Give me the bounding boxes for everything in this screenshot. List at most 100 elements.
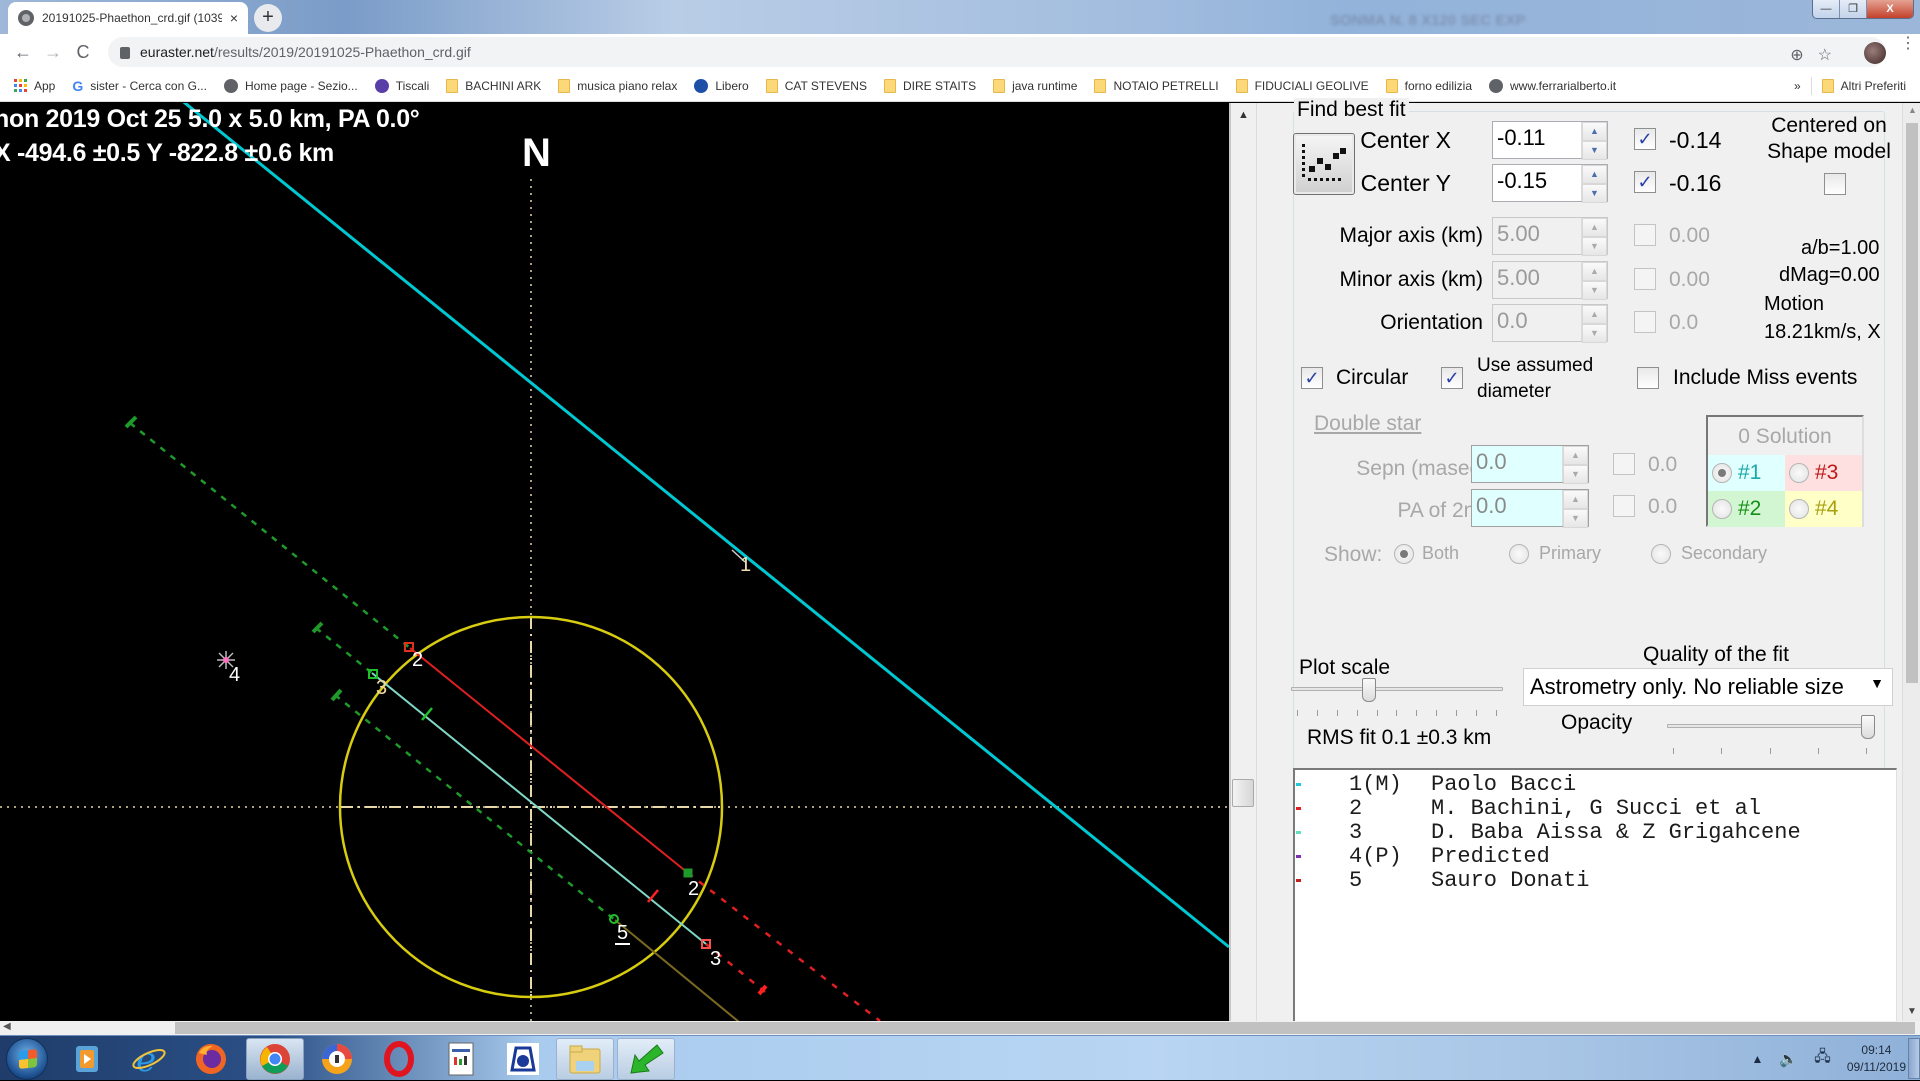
spin-down-button[interactable]: ▼ [1582, 141, 1607, 160]
profile-avatar[interactable] [1864, 42, 1886, 64]
bookmark-cat-stevens[interactable]: CAT STEVENS [765, 78, 867, 93]
taskbar-media-player[interactable] [58, 1038, 116, 1080]
spin-up-button[interactable]: ▲ [1563, 446, 1588, 465]
show-secondary-radio[interactable]: Secondary [1651, 543, 1767, 564]
sepn-input[interactable]: 0.0 ▲ ▼ [1471, 445, 1589, 484]
pa-2nd-checkbox[interactable] [1613, 495, 1635, 517]
major-axis-value[interactable]: 5.00 [1493, 218, 1581, 254]
address-bar[interactable]: euraster.net/results/2019/20191025-Phaet… [108, 37, 1886, 67]
bookmark-libero[interactable]: Libero [694, 78, 749, 93]
taskbar-occult-app[interactable] [494, 1038, 552, 1080]
close-window-button[interactable]: X [1867, 0, 1913, 18]
volume-icon[interactable]: 🔈 [1779, 1050, 1798, 1068]
center-x-checkbox[interactable]: ✓ [1634, 128, 1656, 150]
solution-1[interactable]: #1 [1708, 455, 1785, 491]
system-clock[interactable]: 09:14 09/11/2019 [1847, 1042, 1906, 1076]
center-y-input[interactable]: -0.15 ▲ ▼ [1492, 164, 1608, 203]
page-horizontal-scrollbar[interactable]: ◀ [0, 1021, 1920, 1035]
scroll-left-icon[interactable]: ◀ [3, 1021, 11, 1032]
scroll-thumb[interactable] [1232, 779, 1254, 807]
scroll-thumb[interactable] [1906, 123, 1918, 683]
spin-up-button[interactable]: ▲ [1582, 262, 1607, 281]
observer-row[interactable]: 3 D. Baba Aissa & Z Grigahcene [1295, 821, 1896, 845]
show-desktop-button[interactable] [1908, 1038, 1920, 1079]
bookmark-fiduciali-geolive[interactable]: FIDUCIALI GEOLIVE [1235, 78, 1369, 93]
taskbar-chrome[interactable] [246, 1038, 304, 1080]
observer-row[interactable]: 2 M. Bachini, G Succi et al [1295, 797, 1896, 821]
pa-2nd-input[interactable]: 0.0 ▲ ▼ [1471, 489, 1589, 528]
scroll-down-icon[interactable]: ▼ [1907, 1006, 1917, 1017]
new-tab-button[interactable]: + [254, 4, 282, 32]
show-both-radio[interactable]: Both [1394, 543, 1459, 564]
start-button[interactable] [6, 1038, 48, 1080]
bookmark-star-icon[interactable]: ☆ [1818, 45, 1832, 65]
panel-scrollbar-left[interactable]: ▲ [1231, 103, 1257, 1021]
plot-scale-slider[interactable] [1362, 678, 1377, 702]
spin-down-button[interactable]: ▼ [1563, 465, 1588, 484]
bookmark-dire-staits[interactable]: DIRE STAITS [883, 78, 976, 93]
restore-button[interactable]: ❐ [1840, 0, 1867, 18]
bookmark-forno-edilizia[interactable]: forno edilizia [1385, 78, 1472, 93]
center-x-value[interactable]: -0.11 [1493, 122, 1581, 158]
plot-scale-track[interactable] [1291, 687, 1503, 691]
spin-down-button[interactable]: ▼ [1582, 184, 1607, 203]
spin-up-button[interactable]: ▲ [1582, 218, 1607, 237]
orientation-input[interactable]: 0.0 ▲ ▼ [1492, 304, 1608, 343]
spin-down-button[interactable]: ▼ [1582, 281, 1607, 300]
taskbar-avast-browser[interactable] [308, 1038, 366, 1080]
minor-axis-checkbox[interactable] [1634, 268, 1656, 290]
observer-row[interactable]: 5 Sauro Donati [1295, 869, 1896, 893]
scroll-up-icon[interactable]: ▲ [1908, 105, 1917, 115]
other-bookmarks[interactable]: Altri Preferiti [1821, 78, 1906, 93]
orientation-checkbox[interactable] [1634, 311, 1656, 333]
back-button[interactable]: ← [8, 42, 38, 63]
taskbar-document-app[interactable] [432, 1038, 490, 1080]
bookmark-bachini-ark[interactable]: BACHINI ARK [446, 78, 541, 93]
sepn-checkbox[interactable] [1613, 453, 1635, 475]
include-miss-checkbox[interactable] [1637, 367, 1659, 389]
browser-tab-active[interactable]: 20191025-Phaethon_crd.gif (1039 × [8, 2, 248, 34]
quality-dropdown[interactable]: Astrometry only. No reliable size ▼ [1523, 668, 1893, 706]
opacity-track[interactable] [1667, 724, 1875, 728]
show-primary-radio[interactable]: Primary [1509, 543, 1601, 564]
center-y-value[interactable]: -0.15 [1493, 165, 1581, 201]
radio-button[interactable] [1651, 543, 1671, 564]
solution-2[interactable]: #2 [1708, 491, 1785, 527]
forward-button[interactable]: → [38, 42, 68, 63]
use-assumed-diameter-checkbox[interactable]: ✓ [1441, 367, 1463, 389]
major-axis-input[interactable]: 5.00 ▲ ▼ [1492, 217, 1608, 256]
bookmark-notaio-petrelli[interactable]: NOTAIO PETRELLI [1094, 78, 1219, 93]
zoom-icon[interactable]: ⊕ [1790, 45, 1803, 65]
radio-button[interactable] [1789, 463, 1809, 483]
minimize-button[interactable]: — [1813, 0, 1840, 18]
circular-checkbox[interactable]: ✓ [1301, 367, 1323, 389]
tab-close-icon[interactable]: × [230, 10, 238, 26]
taskbar-green-arrow-app[interactable] [617, 1038, 675, 1080]
center-y-checkbox[interactable]: ✓ [1634, 171, 1656, 193]
scroll-thumb[interactable] [175, 1022, 1915, 1034]
bookmark-apps[interactable]: App [14, 79, 55, 93]
pa-2nd-value[interactable]: 0.0 [1472, 490, 1562, 526]
spin-up-button[interactable]: ▲ [1582, 305, 1607, 324]
scroll-up-icon[interactable]: ▲ [1238, 109, 1249, 121]
occultation-plot[interactable]: 1 2 2 3 3 4 5 hon 2019 Oct 25 5.0 x 5.0 … [0, 103, 1229, 1021]
major-axis-checkbox[interactable] [1634, 224, 1656, 246]
radio-button[interactable] [1509, 543, 1529, 564]
network-icon[interactable]: 🖧 [1814, 1046, 1831, 1071]
bookmark-musica-piano[interactable]: musica piano relax [558, 78, 677, 93]
bookmark-java-runtime[interactable]: java runtime [993, 78, 1077, 93]
minor-axis-value[interactable]: 5.00 [1493, 262, 1581, 298]
radio-button[interactable] [1712, 499, 1732, 519]
solution-3[interactable]: #3 [1785, 455, 1862, 491]
taskbar-file-explorer[interactable] [556, 1038, 614, 1080]
bookmark-ferrarialberto[interactable]: www.ferrarialberto.it [1489, 78, 1616, 93]
spin-up-button[interactable]: ▲ [1582, 165, 1607, 184]
taskbar-firefox[interactable] [182, 1038, 240, 1080]
panel-scrollbar-right[interactable]: ▲ ▼ [1902, 103, 1920, 1021]
spin-down-button[interactable]: ▼ [1563, 509, 1588, 528]
minor-axis-input[interactable]: 5.00 ▲ ▼ [1492, 261, 1608, 300]
spin-down-button[interactable]: ▼ [1582, 237, 1607, 256]
spin-down-button[interactable]: ▼ [1582, 324, 1607, 343]
observer-row[interactable]: 1(M) Paolo Bacci [1295, 773, 1896, 797]
opacity-slider[interactable] [1861, 715, 1875, 739]
